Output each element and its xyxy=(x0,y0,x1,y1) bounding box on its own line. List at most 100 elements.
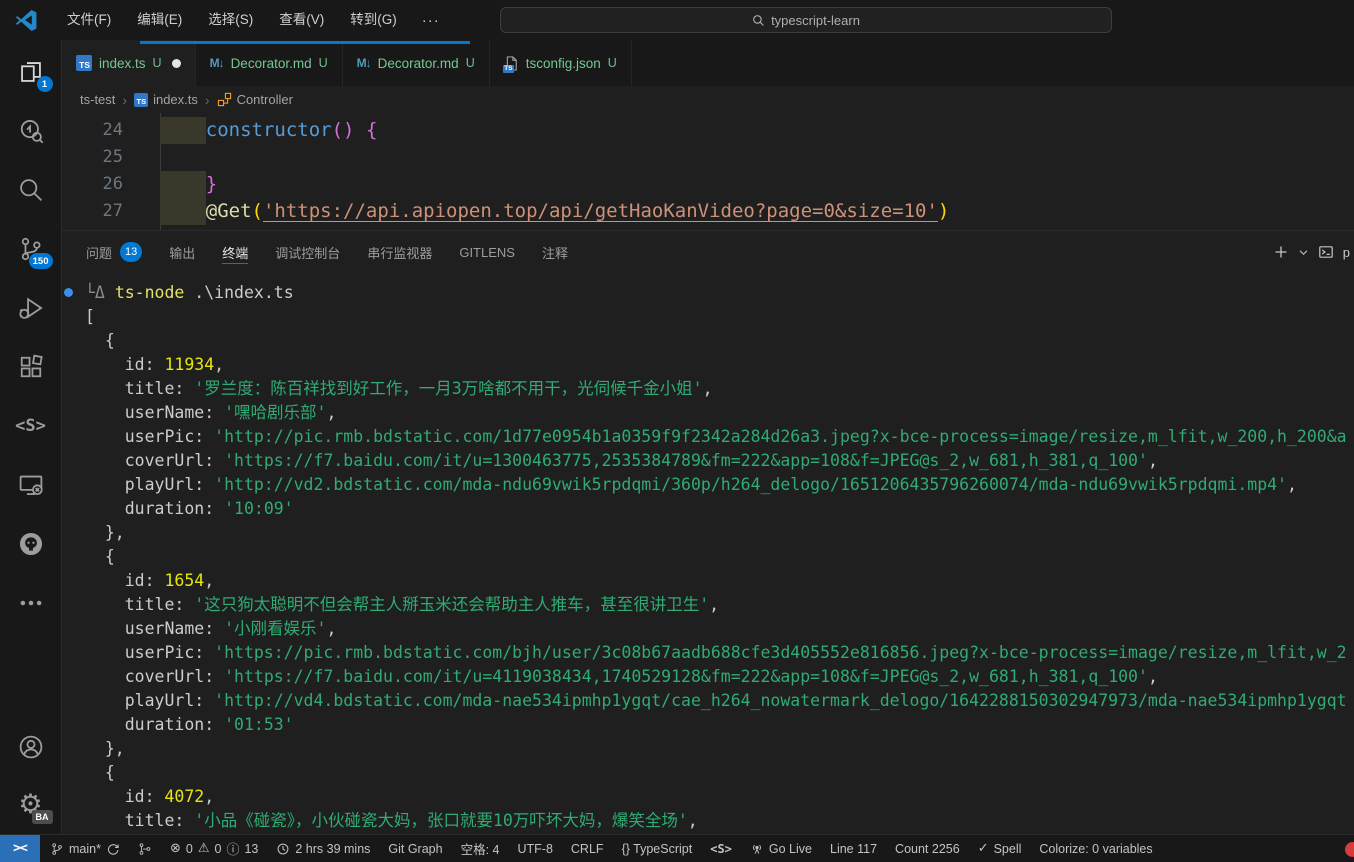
status-colorize[interactable]: Colorize: 0 variables xyxy=(1039,842,1152,856)
activity-settings-icon[interactable]: ⚙BA xyxy=(11,784,51,824)
tab-label: tsconfig.json xyxy=(526,56,601,71)
status-glyph: ⊗ xyxy=(170,841,181,856)
status-time-tracker[interactable]: 2 hrs 39 mins xyxy=(276,842,370,856)
panel-tab-调试控制台[interactable]: 调试控制台 xyxy=(275,231,340,273)
shell-name-label[interactable]: p xyxy=(1343,245,1350,260)
terminal-line: userName: '小刚看娱乐', xyxy=(85,617,1354,641)
terminal-line: id: 11934, xyxy=(85,353,1354,377)
panel-tab-注释[interactable]: 注释 xyxy=(542,231,568,273)
branch-icon xyxy=(50,842,64,856)
git-status-flag: U xyxy=(153,56,162,70)
code-line-24[interactable]: constructor() { xyxy=(160,117,377,144)
status-indentation[interactable]: 空格: 4 xyxy=(461,839,500,858)
panel-tab-问题[interactable]: 问题13 xyxy=(86,231,142,273)
code-line-26[interactable]: } xyxy=(160,171,217,198)
terminal-line: title: '小品《碰瓷》，小伙碰瓷大妈，张口就要10万吓坏大妈，爆笑全场', xyxy=(85,809,1354,833)
search-value: typescript-learn xyxy=(771,13,860,28)
chevron-down-icon[interactable] xyxy=(1298,247,1309,258)
notification-dot[interactable] xyxy=(1345,842,1354,857)
activity-search-icon[interactable] xyxy=(11,170,51,210)
status-line-indicator[interactable]: Line 117 xyxy=(830,842,877,856)
git-status-flag: U xyxy=(608,56,617,70)
terminal-line: userPic: 'https://pic.rmb.bdstatic.com/b… xyxy=(85,641,1354,665)
status-git-branch[interactable]: main* xyxy=(50,842,120,856)
terminal-line: { xyxy=(85,761,1354,785)
status-count[interactable]: Count 2256 xyxy=(895,842,960,856)
terminal-icon[interactable] xyxy=(1318,244,1334,260)
terminal-line: playUrl: 'http://vd2.bdstatic.com/mda-nd… xyxy=(85,473,1354,497)
status-spell[interactable]: ✓Spell xyxy=(978,841,1022,856)
activity-source-control-icon[interactable]: 150 xyxy=(11,229,51,269)
editor[interactable]: 24 constructor() {2526 }27 @Get('https:/… xyxy=(62,113,1354,230)
panel-tab-bar: 问题13 输出终端调试控制台串行监视器 GITLENS 注释 xyxy=(62,231,1354,273)
tab-label: Decorator.md xyxy=(378,56,459,71)
progress-bar xyxy=(140,41,470,44)
panel-tab-终端[interactable]: 终端 xyxy=(222,231,248,273)
activity-remote-explorer-icon[interactable] xyxy=(11,465,51,505)
panel-tab-串行监视器[interactable]: 串行监视器 xyxy=(367,231,432,273)
terminal-line: title: '这只狗太聪明不但会帮主人掰玉米还会帮助主人推车，甚至很讲卫生', xyxy=(85,593,1354,617)
line-number: 26 xyxy=(62,171,123,198)
tab-tsconfig.json[interactable]: TStsconfig.jsonU xyxy=(490,40,632,86)
terminal-line: coverUrl: 'https://f7.baidu.com/it/u=411… xyxy=(85,665,1354,689)
activity-github-icon[interactable] xyxy=(11,524,51,564)
menu-more-button[interactable]: ··· xyxy=(410,12,452,29)
menu-item-0[interactable]: 文件(F) xyxy=(54,6,124,34)
menu-item-1[interactable]: 编辑(E) xyxy=(124,6,195,34)
panel-tab-GITLENS[interactable]: GITLENS xyxy=(459,231,515,273)
editor-tab-bar: TSindex.tsUM↓Decorator.mdUM↓Decorator.md… xyxy=(62,40,1354,86)
command-decoration-dot[interactable] xyxy=(64,288,73,297)
clock-icon xyxy=(276,842,290,856)
terminal-line: [ xyxy=(85,305,1354,329)
activity-extensions-icon[interactable] xyxy=(11,347,51,387)
remote-indicator[interactable]: >< xyxy=(0,835,40,862)
terminal-line: duration: '01:53' xyxy=(85,713,1354,737)
status-eol[interactable]: CRLF xyxy=(571,842,604,856)
breadcrumb: ts-test › TSindex.ts › Controller xyxy=(62,86,1354,113)
status-language-mode[interactable]: {} TypeScript xyxy=(622,842,693,856)
tab-Decorator.md[interactable]: M↓Decorator.mdU xyxy=(196,40,343,86)
tab-Decorator.md[interactable]: M↓Decorator.mdU xyxy=(343,40,490,86)
status-glyph: ⚠ xyxy=(198,841,210,856)
activity-explorer-icon[interactable]: 1 xyxy=(11,52,51,92)
breadcrumb-item-index.ts[interactable]: TSindex.ts xyxy=(134,92,198,107)
activity-code-inspect-icon[interactable] xyxy=(11,111,51,151)
code-line-27[interactable]: @Get('https://api.apiopen.top/api/getHao… xyxy=(160,198,949,225)
activity-run-and-debug-icon[interactable] xyxy=(11,288,51,328)
status-snippet[interactable]: <S> xyxy=(710,842,732,856)
status-bar: >< main* ⊗0⚠0ⓘ13 2 hrs 39 mins Git Graph 空格:… xyxy=(0,834,1354,862)
activity-live-server-icon[interactable]: <S> xyxy=(11,406,51,446)
command-center-search[interactable]: typescript-learn xyxy=(500,7,1112,33)
menu-item-2[interactable]: 选择(S) xyxy=(195,6,266,34)
terminal-output[interactable]: └Δ ts-node .\index.ts[ { id: 11934, titl… xyxy=(62,273,1354,834)
menu-bar: 文件(F)编辑(E)选择(S)查看(V)转到(G) xyxy=(54,6,410,34)
menu-item-4[interactable]: 转到(G) xyxy=(337,6,410,34)
panel-tab-输出[interactable]: 输出 xyxy=(169,231,195,273)
problems-badge: 13 xyxy=(120,242,142,262)
terminal-line: └Δ ts-node .\index.ts xyxy=(85,281,1354,305)
menu-item-3[interactable]: 查看(V) xyxy=(266,6,337,34)
breadcrumb-item-ts-test[interactable]: ts-test xyxy=(80,92,115,107)
breadcrumb-item-Controller[interactable]: Controller xyxy=(217,92,293,107)
new-terminal-button[interactable] xyxy=(1273,244,1289,260)
terminal-line: title: '罗兰度：陈百祥找到好工作，一月3万啥都不用干，光伺候千金小姐', xyxy=(85,377,1354,401)
terminal-line: userName: '嘿哈剧乐部', xyxy=(85,401,1354,425)
line-number: 25 xyxy=(62,144,123,171)
status-git-graph[interactable]: Git Graph xyxy=(388,842,442,856)
status-git-graph-icon[interactable] xyxy=(138,842,152,856)
breadcrumb-separator: › xyxy=(205,92,210,108)
badge: BA xyxy=(32,810,53,824)
dirty-indicator[interactable] xyxy=(172,59,181,68)
breadcrumb-separator: › xyxy=(122,92,127,108)
tab-index.ts[interactable]: TSindex.tsU xyxy=(62,40,196,86)
search-icon xyxy=(752,14,765,27)
status-glyph: ⓘ xyxy=(226,839,239,858)
panel-actions: p xyxy=(1273,231,1350,273)
status-encoding[interactable]: UTF-8 xyxy=(517,842,552,856)
activity-accounts-icon[interactable] xyxy=(11,727,51,767)
terminal-line: id: 1654, xyxy=(85,569,1354,593)
activity-more-views-icon[interactable] xyxy=(11,583,51,623)
status-go-live[interactable]: Go Live xyxy=(750,842,812,856)
status-problems[interactable]: ⊗0⚠0ⓘ13 xyxy=(170,839,258,858)
title-bar: 文件(F)编辑(E)选择(S)查看(V)转到(G) ··· typescript… xyxy=(0,0,1354,40)
